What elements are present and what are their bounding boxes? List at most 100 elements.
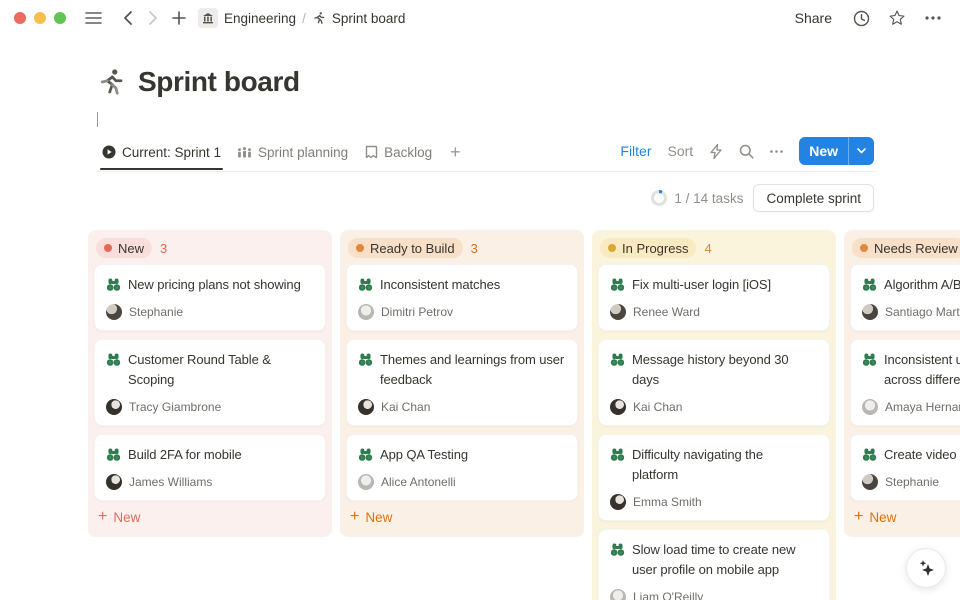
tab-current-sprint[interactable]: Current: Sprint 1	[96, 140, 227, 169]
card-title: Build 2FA for mobile	[128, 445, 242, 465]
text-cursor	[97, 112, 98, 127]
share-button[interactable]: Share	[789, 6, 838, 30]
task-card[interactable]: Fix multi-user login [iOS]Renee Ward	[598, 264, 830, 331]
favorite-button[interactable]	[884, 5, 910, 31]
add-view-button[interactable]: +	[442, 142, 469, 167]
column-status-pill[interactable]: New	[96, 238, 152, 258]
card-title: Slow load time to create new user profil…	[632, 540, 795, 580]
new-task-button[interactable]: New	[799, 137, 848, 165]
board-column: Needs Review Algorithm A/B testingSantiag…	[844, 230, 960, 537]
column-name: Needs Review	[874, 241, 958, 256]
assignee-name: Stephanie	[129, 305, 183, 319]
status-dot-icon	[356, 244, 364, 252]
assignee-name: Liam O'Reilly	[633, 590, 703, 600]
lightning-icon	[710, 144, 722, 159]
view-options-button[interactable]	[763, 139, 789, 163]
breadcrumb-page[interactable]: Sprint board	[332, 11, 406, 26]
task-card[interactable]: Message history beyond 30 daysKai Chan	[598, 339, 830, 426]
board-column: New 3 New pricing plans not showing Stephan…	[88, 230, 332, 537]
column-status-pill[interactable]: Ready to Build	[348, 238, 463, 258]
view-toolbar: Filter Sort New	[614, 137, 874, 171]
assignee-name: Dimitri Petrov	[381, 305, 453, 319]
task-card[interactable]: Build 2FA for mobileJames Williams	[94, 434, 326, 501]
card-title-row: New pricing plans not showing	[106, 275, 314, 295]
sort-button[interactable]: Sort	[662, 140, 700, 162]
avatar	[862, 399, 878, 415]
task-card[interactable]: Inconsistent users across different devi…	[850, 339, 960, 426]
card-title: Fix multi-user login [iOS]	[632, 275, 771, 295]
card-page-icon	[610, 275, 625, 292]
search-icon	[739, 144, 754, 159]
filter-button[interactable]: Filter	[614, 140, 657, 162]
page-title: Sprint board	[138, 66, 300, 98]
binoculars-icon	[358, 277, 373, 292]
nav-back-button[interactable]	[114, 5, 140, 31]
nav-forward-button[interactable]	[140, 5, 166, 31]
assignee-name: Stephanie	[885, 475, 939, 489]
sidebar-menu-button[interactable]	[80, 5, 106, 31]
task-card[interactable]: Themes and learnings from user feedbackK…	[346, 339, 578, 426]
column-header: Needs Review	[850, 236, 960, 264]
card-list: Fix multi-user login [iOS]Renee Ward Mess…	[598, 264, 830, 600]
card-list: New pricing plans not showing Stephanie Cu…	[94, 264, 326, 501]
assignee-name: Tracy Giambrone	[129, 400, 221, 414]
card-assignee-row: Stephanie	[862, 474, 960, 490]
card-assignee-row: Stephanie	[106, 304, 314, 320]
assignee-name: Emma Smith	[633, 495, 702, 509]
binoculars-icon	[358, 352, 373, 367]
add-card-button[interactable]: +New	[94, 501, 326, 529]
card-title: Customer Round Table & Scoping	[128, 350, 271, 390]
close-window-button[interactable]	[14, 12, 26, 24]
column-header: Ready to Build3	[346, 236, 578, 264]
task-card[interactable]: Customer Round Table & Scoping Tracy Giam…	[94, 339, 326, 426]
card-title-row: Build 2FA for mobile	[106, 445, 314, 465]
new-task-dropdown-button[interactable]	[849, 137, 874, 165]
binoculars-icon	[862, 277, 877, 292]
card-page-icon	[106, 350, 121, 367]
column-name: Ready to Build	[370, 241, 455, 256]
card-page-icon	[862, 275, 877, 292]
tab-sprint-planning[interactable]: Sprint planning	[231, 140, 354, 169]
task-card[interactable]: Slow load time to create new user profil…	[598, 529, 830, 600]
card-assignee-row: Kai Chan	[358, 399, 566, 415]
clock-icon	[853, 10, 870, 27]
column-status-pill[interactable]: In Progress	[600, 238, 696, 258]
task-card[interactable]: Difficulty navigating the platformEmma S…	[598, 434, 830, 521]
play-circle-icon	[102, 145, 116, 159]
updates-button[interactable]	[848, 5, 874, 31]
card-title: New pricing plans not showing	[128, 275, 301, 295]
task-card[interactable]: Create video guides Stephanie	[850, 434, 960, 501]
chevron-left-icon	[123, 11, 132, 25]
column-count: 3	[160, 241, 167, 256]
search-button[interactable]	[733, 139, 759, 163]
binoculars-icon	[106, 447, 121, 462]
automations-button[interactable]	[703, 139, 729, 163]
minimize-window-button[interactable]	[34, 12, 46, 24]
ai-assistant-button[interactable]	[906, 548, 946, 588]
add-card-button[interactable]: +New	[850, 501, 960, 529]
card-page-icon	[358, 275, 373, 292]
page-icon-runner[interactable]	[96, 67, 126, 97]
new-page-button[interactable]	[166, 5, 192, 31]
column-status-pill[interactable]: Needs Review	[852, 238, 960, 258]
column-name: New	[118, 241, 144, 256]
task-card[interactable]: New pricing plans not showing Stephanie	[94, 264, 326, 331]
task-card[interactable]: Algorithm A/B testingSantiago Martinez	[850, 264, 960, 331]
card-assignee-row: Dimitri Petrov	[358, 304, 566, 320]
workspace-icon-badge[interactable]	[198, 8, 218, 28]
card-title-row: Inconsistent matches	[358, 275, 566, 295]
task-card[interactable]: Inconsistent matches Dimitri Petrov	[346, 264, 578, 331]
task-card[interactable]: App QA TestingAlice Antonelli	[346, 434, 578, 501]
card-assignee-row: Alice Antonelli	[358, 474, 566, 490]
complete-sprint-button[interactable]: Complete sprint	[753, 184, 874, 212]
zoom-window-button[interactable]	[54, 12, 66, 24]
assignee-name: Amaya Hernandez	[885, 400, 960, 414]
binoculars-icon	[862, 447, 877, 462]
more-options-button[interactable]	[920, 5, 946, 31]
card-title-row: Fix multi-user login [iOS]	[610, 275, 818, 295]
card-title: Create video guides	[884, 445, 960, 465]
card-assignee-row: Santiago Martinez	[862, 304, 960, 320]
breadcrumb-workspace[interactable]: Engineering	[224, 11, 296, 26]
add-card-button[interactable]: +New	[346, 501, 578, 529]
tab-backlog[interactable]: Backlog	[358, 140, 438, 169]
